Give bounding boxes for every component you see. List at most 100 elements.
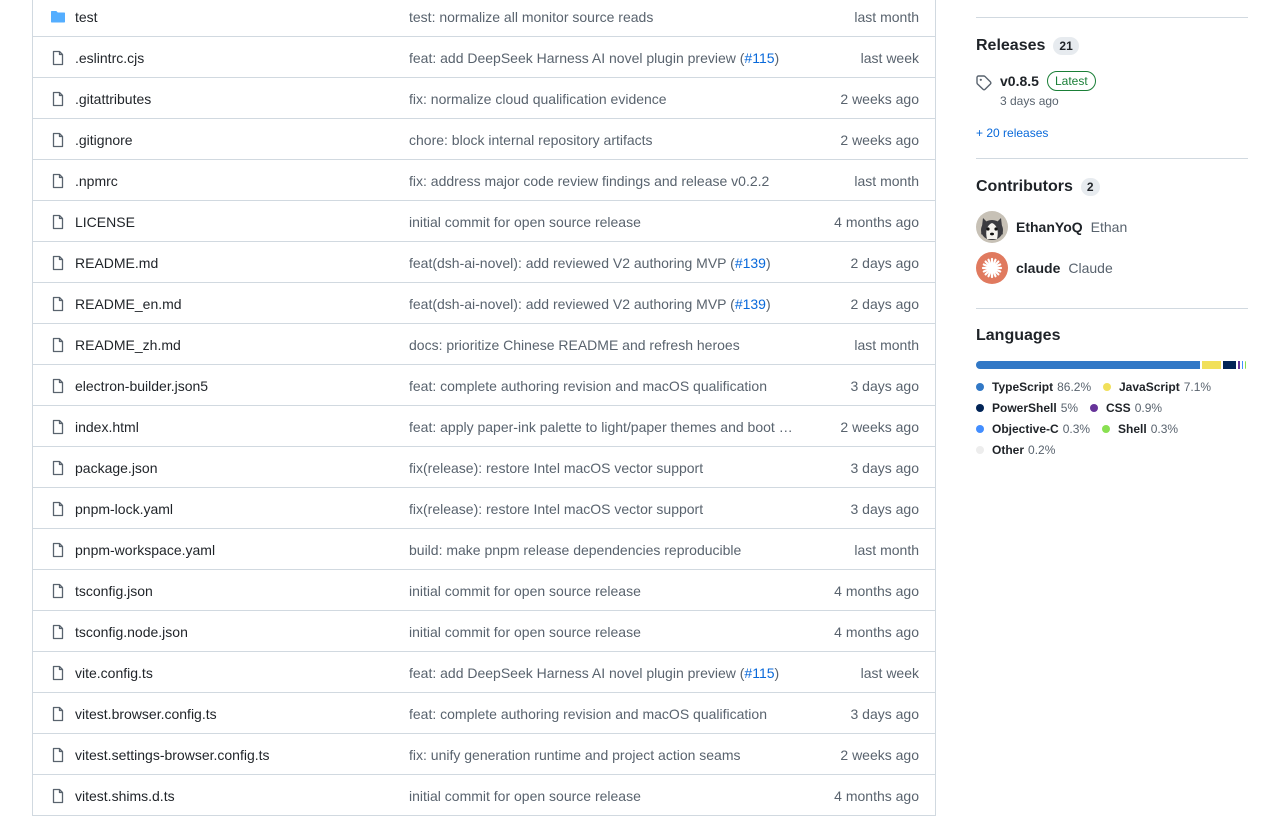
file-name[interactable]: .gitignore (75, 132, 133, 148)
pull-request-link[interactable]: #115 (744, 665, 774, 681)
file-name[interactable]: pnpm-workspace.yaml (75, 542, 215, 558)
file-name[interactable]: vitest.settings-browser.config.ts (75, 747, 270, 763)
file-name[interactable]: pnpm-lock.yaml (75, 501, 173, 517)
claude-starburst-avatar[interactable] (976, 252, 1008, 284)
file-row[interactable]: .gitignore chore: block internal reposito… (33, 119, 935, 160)
file-row[interactable]: vitest.shims.d.ts initial commit for open… (33, 775, 935, 816)
file-name[interactable]: .gitattributes (75, 91, 151, 107)
commit-message[interactable]: build: make pnpm release dependencies re… (409, 542, 795, 558)
file-name[interactable]: vite.config.ts (75, 665, 153, 681)
language-bar (976, 361, 1248, 369)
file-name[interactable]: tsconfig.json (75, 583, 153, 599)
language-item[interactable]: JavaScript 7.1% (1103, 380, 1211, 394)
language-color-dot (976, 425, 984, 433)
pull-request-link[interactable]: #139 (735, 296, 766, 312)
commit-date: 2 weeks ago (840, 91, 919, 107)
commit-message[interactable]: fix: address major code review findings … (409, 173, 795, 189)
language-percent: 7.1% (1183, 380, 1212, 394)
contributor-name: Ethan (1090, 219, 1128, 235)
commit-message[interactable]: initial commit for open source release (409, 788, 795, 804)
file-name[interactable]: LICENSE (75, 214, 135, 230)
commit-text: build: make pnpm release dependencies re… (409, 542, 742, 558)
file-name[interactable]: index.html (75, 419, 139, 435)
commit-message[interactable]: initial commit for open source release (409, 583, 795, 599)
pull-request-link[interactable]: #115 (744, 50, 774, 66)
file-row[interactable]: package.json fix(release): restore Intel … (33, 447, 935, 488)
file-row[interactable]: README_en.md feat(dsh-ai-novel): add revi… (33, 283, 935, 324)
commit-text-suffix: ) (765, 255, 771, 271)
file-name[interactable]: package.json (75, 460, 158, 476)
file-row[interactable]: pnpm-lock.yaml fix(release): restore Inte… (33, 488, 935, 529)
file-name[interactable]: tsconfig.node.json (75, 624, 188, 640)
commit-message[interactable]: feat: apply paper-ink palette to light/p… (409, 419, 795, 435)
file-name[interactable]: vitest.browser.config.ts (75, 706, 217, 722)
commit-message[interactable]: feat(dsh-ai-novel): add reviewed V2 auth… (409, 255, 795, 271)
contributor-item[interactable]: claude Claude (976, 252, 1113, 284)
file-row[interactable]: .eslintrc.cjs feat: add DeepSeek Harness … (33, 37, 935, 78)
contributor-login[interactable]: claude (1016, 260, 1060, 276)
language-item[interactable]: CSS 0.9% (1090, 401, 1162, 415)
file-name[interactable]: README_zh.md (75, 337, 181, 353)
file-row[interactable]: vitest.browser.config.ts feat: complete a… (33, 693, 935, 734)
commit-message[interactable]: feat: complete authoring revision and ma… (409, 378, 795, 394)
file-name[interactable]: electron-builder.json5 (75, 378, 208, 394)
commit-date: 3 days ago (850, 501, 920, 517)
file-row[interactable]: vitest.settings-browser.config.ts fix: un… (33, 734, 935, 775)
file-name[interactable]: README.md (75, 255, 158, 271)
file-name[interactable]: test (75, 9, 98, 25)
contributors-heading[interactable]: Contributors 2 (976, 178, 1100, 196)
language-item[interactable]: Other 0.2% (976, 443, 1055, 457)
file-row[interactable]: vite.config.ts feat: add DeepSeek Harness… (33, 652, 935, 693)
commit-message[interactable]: initial commit for open source release (409, 214, 795, 230)
file-row[interactable]: test test: normalize all monitor source r… (33, 0, 935, 37)
file-row[interactable]: .gitattributes fix: normalize cloud quali… (33, 78, 935, 119)
language-item[interactable]: TypeScript 86.2% (976, 380, 1091, 394)
file-icon (52, 624, 64, 640)
file-icon (52, 419, 64, 435)
language-item[interactable]: Objective-C 0.3% (976, 422, 1090, 436)
commit-text: feat: add DeepSeek Harness AI novel plug… (409, 50, 745, 66)
file-row[interactable]: index.html feat: apply paper-ink palette … (33, 406, 935, 447)
releases-heading[interactable]: Releases 21 (976, 37, 1079, 55)
contributor-name: Claude (1068, 260, 1113, 276)
file-icon (52, 501, 64, 517)
commit-message[interactable]: fix(release): restore Intel macOS vector… (409, 501, 795, 517)
commit-text: feat(dsh-ai-novel): add reviewed V2 auth… (409, 296, 735, 312)
file-row[interactable]: README.md feat(dsh-ai-novel): add reviewe… (33, 242, 935, 283)
file-row[interactable]: LICENSE initial commit for open source re… (33, 201, 935, 242)
language-item[interactable]: PowerShell 5% (976, 401, 1078, 415)
language-percent: 0.9% (1134, 401, 1163, 415)
file-name[interactable]: vitest.shims.d.ts (75, 788, 175, 804)
contributor-item[interactable]: EthanYoQ Ethan (976, 211, 1127, 243)
file-row[interactable]: pnpm-workspace.yaml build: make pnpm rele… (33, 529, 935, 570)
commit-text: feat: apply paper-ink palette to light/p… (409, 419, 793, 435)
more-releases-link[interactable]: + 20 releases (976, 126, 1048, 140)
commit-date: 4 months ago (834, 788, 919, 804)
file-table: test test: normalize all monitor source r… (32, 0, 936, 816)
commit-message[interactable]: fix: normalize cloud qualification evide… (409, 91, 795, 107)
husky-dog-avatar[interactable] (976, 211, 1008, 243)
file-row[interactable]: tsconfig.node.json initial commit for ope… (33, 611, 935, 652)
file-row[interactable]: README_zh.md docs: prioritize Chinese REA… (33, 324, 935, 365)
file-name[interactable]: .npmrc (75, 173, 118, 189)
contributor-login[interactable]: EthanYoQ (1016, 219, 1083, 235)
commit-message[interactable]: feat: complete authoring revision and ma… (409, 706, 795, 722)
commit-message[interactable]: feat: add DeepSeek Harness AI novel plug… (409, 665, 795, 681)
commit-message[interactable]: feat: add DeepSeek Harness AI novel plug… (409, 50, 795, 66)
file-name[interactable]: README_en.md (75, 296, 182, 312)
file-row[interactable]: electron-builder.json5 feat: complete aut… (33, 365, 935, 406)
file-row[interactable]: tsconfig.json initial commit for open sou… (33, 570, 935, 611)
commit-text-suffix: ) (765, 296, 771, 312)
commit-message[interactable]: docs: prioritize Chinese README and refr… (409, 337, 795, 353)
language-item[interactable]: Shell 0.3% (1102, 422, 1178, 436)
commit-message[interactable]: initial commit for open source release (409, 624, 795, 640)
release-tag-name[interactable]: v0.8.5 (1000, 73, 1039, 89)
file-row[interactable]: .npmrc fix: address major code review fin… (33, 160, 935, 201)
commit-message[interactable]: feat(dsh-ai-novel): add reviewed V2 auth… (409, 296, 795, 312)
file-name[interactable]: .eslintrc.cjs (75, 50, 144, 66)
commit-message[interactable]: fix(release): restore Intel macOS vector… (409, 460, 795, 476)
commit-message[interactable]: test: normalize all monitor source reads (409, 9, 795, 25)
pull-request-link[interactable]: #139 (735, 255, 766, 271)
commit-message[interactable]: chore: block internal repository artifac… (409, 132, 795, 148)
commit-message[interactable]: fix: unify generation runtime and projec… (409, 747, 795, 763)
